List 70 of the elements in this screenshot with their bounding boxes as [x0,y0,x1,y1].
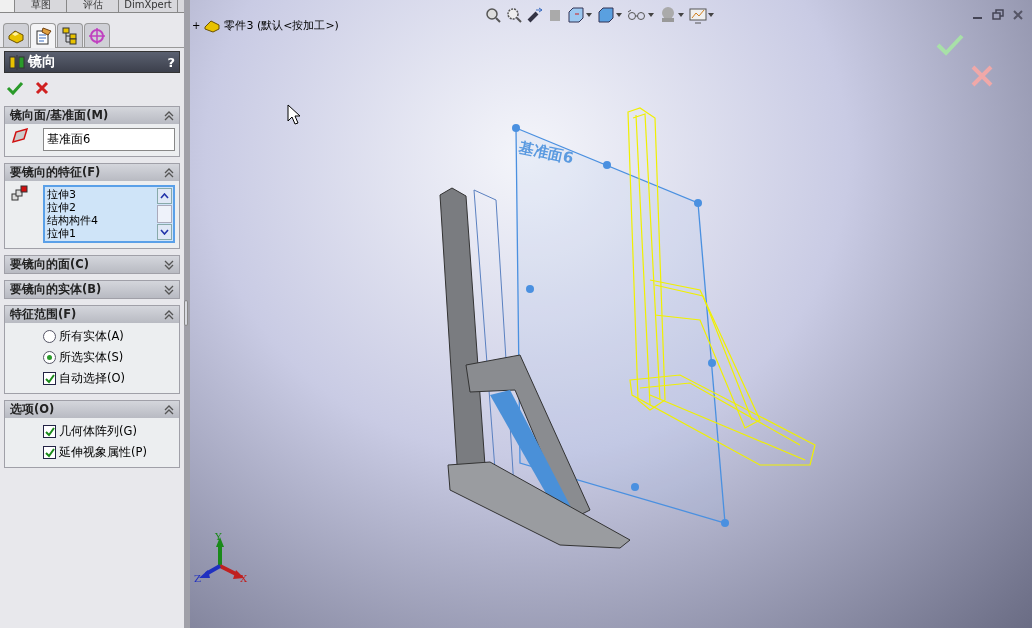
collapse-chevron-icon[interactable] [164,167,174,178]
panel-title: 镜向 [28,53,57,71]
crosshair-icon [88,26,106,45]
expand-toggle[interactable]: + [192,20,201,31]
expand-chevron-icon[interactable] [164,284,174,295]
scroll-down-icon[interactable] [160,229,169,235]
option-label: 自动选择(O) [59,371,126,386]
tab[interactable] [0,0,15,12]
axis-label: Y [215,531,222,542]
help-button[interactable]: ? [167,54,175,70]
tree-icon [61,26,79,45]
caret-icon[interactable] [616,13,622,17]
command-tab[interactable]: 草图 [15,0,67,12]
command-tab[interactable]: 评估 [67,0,119,12]
option-label: 所有实体(A) [59,329,124,344]
radio-button[interactable] [43,330,56,343]
zoom-icon[interactable] [485,7,501,23]
caret-icon[interactable] [586,13,592,17]
scroll-up-icon[interactable] [160,193,169,199]
option-label: 几何体阵列(G) [59,424,137,439]
checkbox[interactable] [43,372,56,385]
selection-field[interactable]: 基准面6 [43,128,175,151]
previous-view-icon[interactable] [527,7,543,23]
section-header[interactable]: 镜向面/基准面(M) [5,107,179,124]
cancel-x-icon[interactable] [34,80,50,96]
glasses-icon[interactable] [627,8,647,22]
cursor-icon [287,104,301,126]
part-icon [204,18,221,33]
plane-label: 基准面6 [517,138,576,168]
option-label: 所选实体(S) [59,350,124,365]
section-header[interactable]: 要镜向的实体(B) [5,281,179,298]
checkbox[interactable] [43,425,56,438]
list-item[interactable]: 拉伸3 [47,188,154,201]
ok-checkmark-icon[interactable] [6,80,24,96]
list-item[interactable]: 拉伸1 [47,227,154,240]
ok-checkmark-icon[interactable] [936,33,964,57]
list-item[interactable]: 结构构件4 [47,214,154,227]
panel-tab[interactable] [57,23,83,47]
features-icon [11,185,29,203]
section-header[interactable]: 特征范围(F) [5,306,179,323]
collapse-chevron-icon[interactable] [164,110,174,121]
plane-icon [11,128,29,144]
caret-icon[interactable] [708,13,714,17]
radio-button[interactable] [43,351,56,364]
checkbox[interactable] [43,446,56,459]
panel-tab[interactable] [84,23,110,47]
axis-label: Z [194,573,201,584]
cube-icon[interactable] [597,6,615,24]
scrollbar[interactable] [156,187,173,241]
panel-tab[interactable] [3,23,29,47]
section-header[interactable]: 要镜向的特征(F) [5,164,179,181]
command-tab[interactable]: DimXpert [119,0,178,12]
collapse-handle[interactable] [184,300,188,326]
section-header[interactable]: 选项(O) [5,401,179,418]
mirror-icon [9,54,25,70]
section-header[interactable]: 要镜向的面(C) [5,256,179,273]
zoom-area-icon[interactable] [506,7,522,23]
caret-icon[interactable] [648,13,654,17]
view-orientation-icon[interactable] [567,6,585,24]
clipboard-icon [34,27,52,45]
option-label: 延伸视象属性(P) [59,445,147,460]
tree-item[interactable]: 零件3 (默认<按加工>) [224,18,339,33]
restore-icon[interactable] [992,9,1004,21]
expand-chevron-icon[interactable] [164,259,174,270]
collapse-chevron-icon[interactable] [164,309,174,320]
close-icon[interactable] [1012,9,1024,21]
caret-icon[interactable] [678,13,684,17]
list-item[interactable]: 拉伸2 [47,201,154,214]
collapse-chevron-icon[interactable] [164,404,174,415]
panel-tab[interactable] [30,23,56,48]
